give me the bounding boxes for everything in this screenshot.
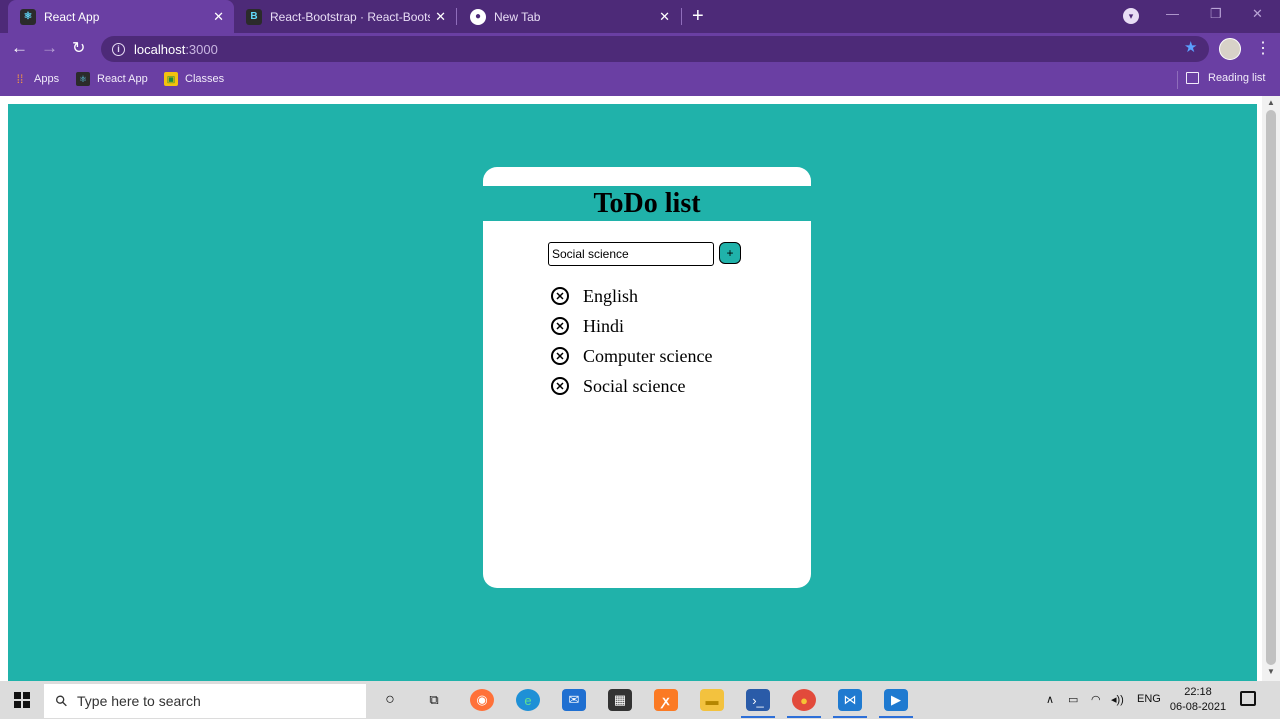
- minimize-icon[interactable]: —: [1166, 6, 1179, 21]
- app-background: ToDo list + ✕ English ✕ Hindi ✕ Computer…: [8, 104, 1257, 681]
- chrome-logo-icon: ●: [470, 8, 486, 25]
- active-app-indicator: [879, 716, 913, 718]
- tab-search-icon[interactable]: ▾: [1123, 8, 1139, 24]
- chrome-icon[interactable]: ●: [792, 689, 816, 711]
- task-view-icon[interactable]: ⧉: [422, 689, 446, 711]
- bookmark-label: Apps: [34, 73, 60, 85]
- bookmark-classes[interactable]: ▣ Classes: [164, 72, 224, 86]
- profile-avatar[interactable]: [1219, 38, 1241, 60]
- page-viewport: ToDo list + ✕ English ✕ Hindi ✕ Computer…: [0, 96, 1280, 681]
- todo-item: ✕ English: [551, 281, 712, 311]
- clock-date: 06-08-2021: [1169, 701, 1227, 713]
- close-tab-icon[interactable]: ✕: [213, 9, 224, 25]
- bookmark-react-app[interactable]: ⚛ React App: [76, 72, 148, 86]
- bookmark-apps[interactable]: ⁞⁞ Apps: [13, 72, 59, 86]
- scroll-thumb[interactable]: [1266, 110, 1276, 665]
- scroll-down-arrow-icon[interactable]: ▼: [1267, 667, 1275, 676]
- active-app-indicator: [833, 716, 867, 718]
- media-player-icon[interactable]: ▶: [884, 689, 908, 711]
- cortana-icon[interactable]: ○: [378, 689, 402, 711]
- volume-icon[interactable]: ◂)): [1111, 693, 1124, 706]
- windows-taskbar: ⚲ Type here to search ○ ⧉ ◉ e ✉ ▦ ꭗ ▬ ›_…: [0, 681, 1280, 719]
- browser-toolbar: ← → ↻ i localhost:3000 ★ ⋮: [0, 33, 1280, 65]
- store-icon[interactable]: ▦: [608, 689, 632, 711]
- action-center-icon[interactable]: [1240, 691, 1256, 706]
- todo-item-text: Social science: [583, 375, 686, 396]
- tab-react-app[interactable]: ⚛ React App ✕: [8, 0, 234, 33]
- active-app-indicator: [787, 716, 821, 718]
- close-window-icon[interactable]: ✕: [1252, 6, 1263, 22]
- todo-item-text: Computer science: [583, 345, 713, 366]
- todo-card: ToDo list + ✕ English ✕ Hindi ✕ Computer…: [483, 167, 811, 588]
- bookmark-label: React App: [97, 73, 148, 85]
- show-hidden-icons-chevron-icon[interactable]: ∧: [1046, 693, 1054, 706]
- new-tab-button[interactable]: +: [692, 5, 704, 28]
- clock-time: 22:18: [1184, 686, 1212, 698]
- tab-title: React App: [44, 9, 100, 24]
- bookmarks-separator: [1177, 71, 1178, 89]
- reload-icon[interactable]: ↻: [72, 38, 85, 58]
- react-logo-icon: ⚛: [76, 72, 90, 86]
- bookmark-label: Classes: [185, 73, 225, 85]
- reading-list-icon: [1186, 72, 1199, 84]
- todo-item-text: Hindi: [583, 315, 625, 336]
- close-tab-icon[interactable]: ✕: [435, 9, 446, 25]
- todo-list: ✕ English ✕ Hindi ✕ Computer science ✕ S…: [551, 281, 712, 401]
- todo-item: ✕ Social science: [551, 371, 712, 401]
- vscode-icon[interactable]: ⋈: [838, 689, 862, 711]
- todo-input[interactable]: [548, 242, 714, 266]
- reading-list-button[interactable]: Reading list: [1186, 72, 1265, 84]
- todo-item: ✕ Hindi: [551, 311, 712, 341]
- tab-separator: [456, 8, 457, 25]
- delete-circle-x-icon[interactable]: ✕: [551, 377, 569, 395]
- tab-new-tab[interactable]: ● New Tab ✕: [458, 0, 680, 33]
- todo-item-text: English: [583, 285, 639, 306]
- tab-title: React-Bootstrap · React-Bootstrap: [270, 9, 430, 24]
- active-app-indicator: [741, 716, 775, 718]
- browser-tab-strip: ⚛ React App ✕ B React-Bootstrap · React-…: [0, 0, 1280, 33]
- powershell-icon[interactable]: ›_: [746, 689, 770, 711]
- battery-icon[interactable]: ▭: [1068, 693, 1078, 706]
- reading-list-label: Reading list: [1208, 72, 1266, 84]
- forward-arrow-icon[interactable]: →: [41, 38, 58, 58]
- search-icon: ⚲: [51, 691, 72, 712]
- address-bar[interactable]: i localhost:3000: [101, 36, 1209, 62]
- xampp-icon[interactable]: ꭗ: [654, 689, 678, 711]
- bookmarks-bar: ⁞⁞ Apps ⚛ React App ▣ Classes Reading li…: [0, 65, 1280, 96]
- react-bootstrap-logo-icon: B: [246, 8, 262, 25]
- page-scrollbar[interactable]: ▲ ▼: [1262, 96, 1280, 681]
- taskbar-clock[interactable]: 22:18 06-08-2021: [1166, 685, 1230, 715]
- tab-react-bootstrap[interactable]: B React-Bootstrap · React-Bootstrap ✕: [234, 0, 456, 33]
- wifi-icon[interactable]: ◠: [1091, 693, 1101, 706]
- close-tab-icon[interactable]: ✕: [659, 9, 670, 25]
- react-logo-icon: ⚛: [20, 8, 36, 25]
- tab-title: New Tab: [494, 9, 541, 24]
- scroll-up-arrow-icon[interactable]: ▲: [1267, 98, 1275, 107]
- taskbar-search-placeholder: Type here to search: [77, 693, 201, 709]
- mail-icon[interactable]: ✉: [562, 689, 586, 711]
- bookmark-star-icon[interactable]: ★: [1184, 38, 1197, 56]
- url-text[interactable]: localhost:3000: [134, 42, 218, 57]
- menu-kebab-icon[interactable]: ⋮: [1255, 38, 1271, 58]
- delete-circle-x-icon[interactable]: ✕: [551, 287, 569, 305]
- restore-icon[interactable]: ❐: [1210, 6, 1222, 22]
- apps-grid-icon: ⁞⁞: [16, 72, 24, 86]
- file-explorer-icon[interactable]: ▬: [700, 689, 724, 711]
- language-indicator[interactable]: ENG: [1137, 693, 1161, 705]
- back-arrow-icon[interactable]: ←: [11, 38, 28, 58]
- tab-separator: [681, 8, 682, 25]
- add-todo-button[interactable]: +: [719, 242, 741, 264]
- delete-circle-x-icon[interactable]: ✕: [551, 347, 569, 365]
- todo-title: ToDo list: [483, 186, 811, 221]
- site-info-icon[interactable]: i: [112, 42, 125, 56]
- taskbar-search-box[interactable]: ⚲ Type here to search: [44, 684, 366, 718]
- todo-item: ✕ Computer science: [551, 341, 712, 371]
- classroom-icon: ▣: [164, 72, 178, 86]
- firefox-icon[interactable]: ◉: [470, 689, 494, 711]
- delete-circle-x-icon[interactable]: ✕: [551, 317, 569, 335]
- edge-icon[interactable]: e: [516, 689, 540, 711]
- windows-start-icon[interactable]: [14, 692, 30, 708]
